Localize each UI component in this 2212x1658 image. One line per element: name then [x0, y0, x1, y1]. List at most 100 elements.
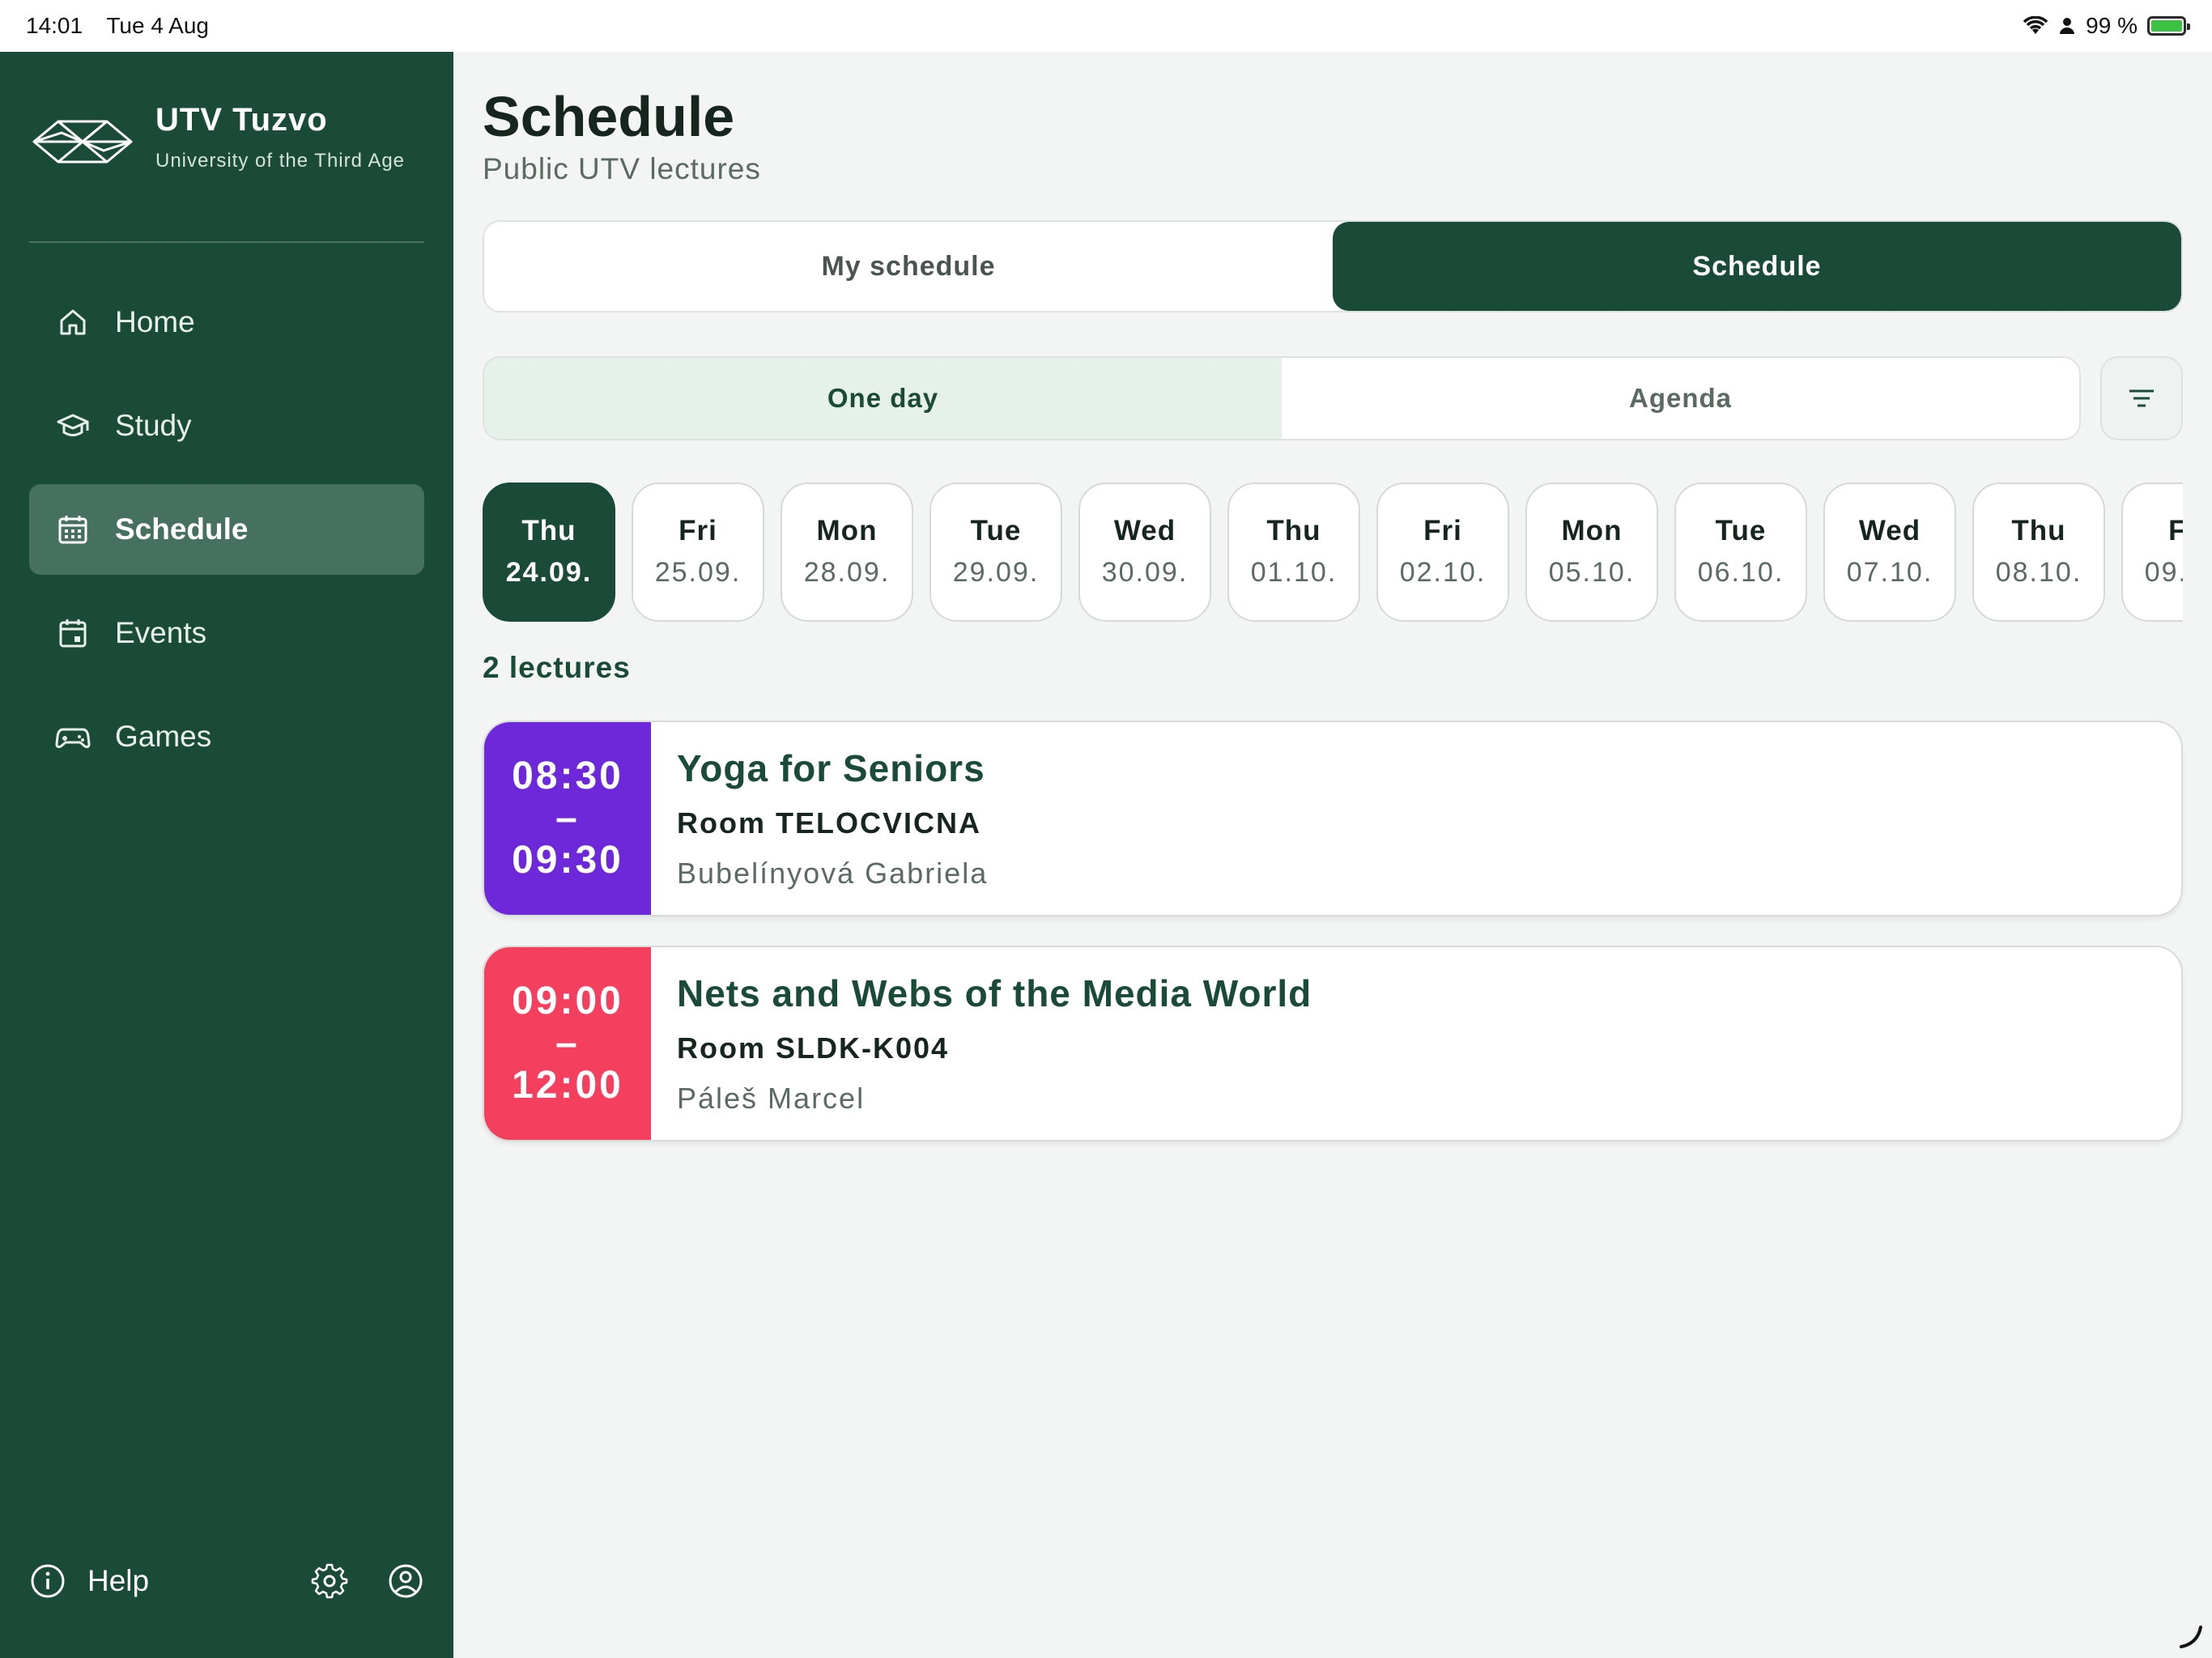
day-name: Thu [521, 515, 576, 546]
lecture-time-sep: – [555, 1022, 580, 1065]
day-date: 06.10. [1697, 557, 1784, 588]
status-bar: 14:01 Tue 4 Aug 99 % [0, 0, 2212, 52]
day-chip[interactable]: Mon 28.09. [781, 483, 913, 622]
lecture-time-block: 09:00 – 12:00 [484, 947, 651, 1140]
sidebar-item-study[interactable]: Study [29, 380, 424, 471]
day-date: 30.09. [1101, 557, 1189, 588]
day-date: 05.10. [1548, 557, 1636, 588]
sidebar-item-events[interactable]: Events [29, 588, 424, 678]
home-icon [55, 304, 91, 340]
calendar-event-icon [55, 615, 91, 651]
page-subtitle: Public UTV lectures [483, 152, 761, 185]
battery-icon [2147, 16, 2190, 36]
lecture-start: 08:30 [512, 755, 623, 797]
sidebar-item-label: Home [115, 305, 195, 338]
day-name: Wed [1113, 515, 1176, 546]
help-label: Help [87, 1564, 150, 1597]
day-name: Tue [970, 515, 1022, 546]
lecture-time-block: 08:30 – 09:30 [484, 722, 651, 915]
day-name: Mon [1561, 515, 1623, 546]
gear-icon[interactable] [311, 1562, 348, 1600]
day-date: 29.09. [952, 557, 1040, 588]
info-icon [31, 1564, 65, 1598]
day-name: Wed [1858, 515, 1921, 546]
day-chip[interactable]: Mon 05.10. [1525, 483, 1658, 622]
calendar-grid-icon [55, 512, 91, 547]
lecture-end: 12:00 [512, 1064, 623, 1107]
page-title: Schedule [483, 85, 735, 148]
day-date: 09.10. [2144, 557, 2183, 588]
sidebar-item-label: Events [115, 616, 207, 649]
lecture-count: 2 lectures [483, 651, 631, 684]
day-chip[interactable]: Thu 24.09. [483, 483, 615, 622]
sidebar: UTV Tuzvo University of the Third Age Ho… [0, 52, 453, 1658]
day-selector: Thu 24.09. Fri 25.09. Mon 28.09. Tue 29.… [483, 483, 2183, 625]
day-date: 25.09. [654, 557, 742, 588]
gamepad-icon [55, 719, 91, 755]
view-agenda[interactable]: Agenda [1282, 358, 2079, 439]
lecture-time-sep: – [555, 797, 580, 840]
day-name: Fri [1423, 515, 1462, 546]
day-chip[interactable]: Tue 29.09. [929, 483, 1062, 622]
lecture-card[interactable]: 08:30 – 09:30 Yoga for Seniors Room TELO… [483, 721, 2183, 916]
sidebar-item-schedule[interactable]: Schedule [29, 484, 424, 575]
sidebar-nav: Home Study Schedule Events Games [29, 277, 424, 795]
sidebar-footer: Help [29, 1553, 424, 1609]
day-chip[interactable]: Fri 02.10. [1376, 483, 1509, 622]
day-chip[interactable]: Fri 25.09. [632, 483, 764, 622]
day-name: Tue [1715, 515, 1767, 546]
day-date: 07.10. [1846, 557, 1933, 588]
schedule-tabs: My schedule Schedule [483, 220, 2183, 312]
lecture-card[interactable]: 09:00 – 12:00 Nets and Webs of the Media… [483, 946, 2183, 1141]
view-toggle: One day Agenda [483, 356, 2081, 440]
lecture-end: 09:30 [512, 839, 623, 882]
status-left: 14:01 Tue 4 Aug [26, 13, 227, 39]
day-chip[interactable]: Thu 01.10. [1227, 483, 1360, 622]
utv-logo-icon [32, 120, 133, 164]
day-date: 01.10. [1250, 557, 1338, 588]
lecture-room: Room SLDK-K004 [677, 1031, 950, 1065]
view-one-day[interactable]: One day [484, 358, 1282, 439]
main-content: Schedule Public UTV lectures My schedule… [453, 52, 2212, 1658]
help-button[interactable]: Help [29, 1562, 149, 1600]
sidebar-item-label: Schedule [115, 512, 249, 546]
day-chip[interactable]: Wed 07.10. [1823, 483, 1956, 622]
tab-my-schedule[interactable]: My schedule [484, 222, 1333, 311]
filter-button[interactable] [2100, 356, 2183, 440]
lecture-room: Room TELOCVICNA [677, 806, 981, 840]
brand-title: UTV Tuzvo [155, 102, 328, 138]
wifi-icon [2023, 16, 2048, 34]
lecture-lecturer: Páleš Marcel [677, 1082, 866, 1115]
filter-icon [2129, 389, 2154, 407]
day-date: 08.10. [1995, 557, 2082, 588]
person-icon [2060, 18, 2075, 34]
lecture-start: 09:00 [512, 980, 623, 1022]
status-date: Tue 4 Aug [106, 13, 209, 38]
day-date: 28.09. [803, 557, 891, 588]
sidebar-item-label: Games [115, 720, 212, 753]
day-chip[interactable]: Wed 30.09. [1078, 483, 1211, 622]
status-right: 99 % [2023, 13, 2190, 39]
graduation-cap-icon [55, 408, 91, 444]
day-name: Mon [816, 515, 878, 546]
sidebar-item-games[interactable]: Games [29, 691, 424, 782]
day-name: Fri [2168, 515, 2183, 546]
account-icon[interactable] [387, 1562, 424, 1600]
lecture-title: Nets and Webs of the Media World [677, 972, 1312, 1014]
sidebar-item-label: Study [115, 409, 192, 442]
tab-schedule[interactable]: Schedule [1333, 222, 2181, 311]
day-name: Thu [2011, 515, 2066, 546]
day-chip[interactable]: Tue 06.10. [1674, 483, 1807, 622]
day-name: Fri [678, 515, 717, 546]
day-chip[interactable]: Thu 08.10. [1972, 483, 2105, 622]
battery-percent: 99 % [2086, 13, 2138, 38]
lecture-title: Yoga for Seniors [677, 747, 985, 789]
resize-handle-icon [2180, 1626, 2202, 1648]
status-time: 14:01 [26, 13, 83, 38]
brand: UTV Tuzvo University of the Third Age [29, 97, 424, 243]
lecture-lecturer: Bubelínyová Gabriela [677, 857, 989, 890]
day-chip[interactable]: Fri 09.10. [2121, 483, 2183, 622]
sidebar-item-home[interactable]: Home [29, 277, 424, 368]
brand-subtitle: University of the Third Age [155, 150, 406, 172]
day-date: 02.10. [1399, 557, 1487, 588]
